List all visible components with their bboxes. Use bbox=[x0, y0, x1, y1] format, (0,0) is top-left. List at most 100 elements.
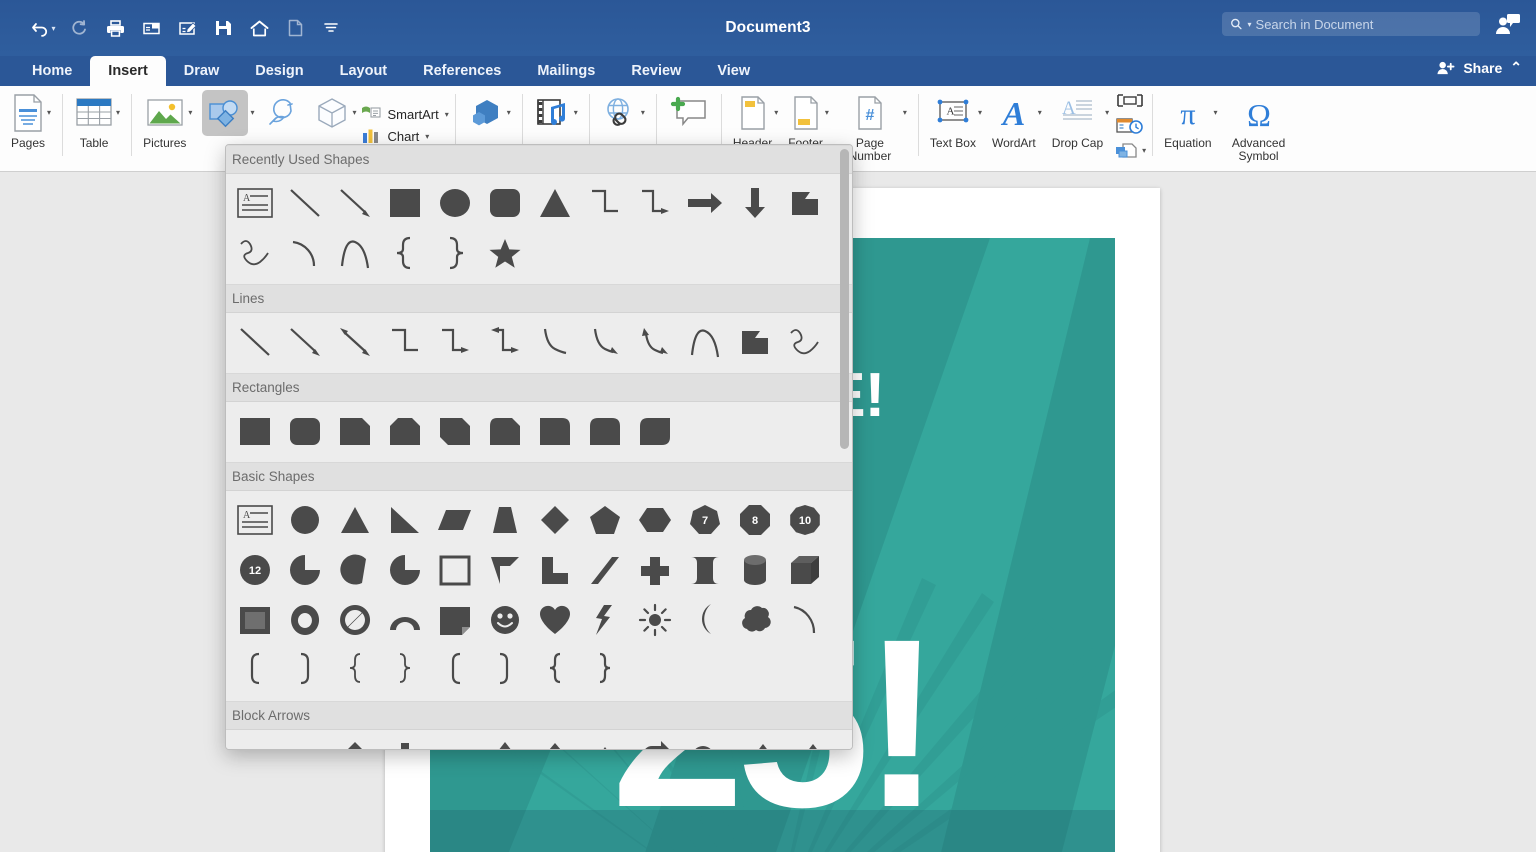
search-box[interactable]: ▾ bbox=[1222, 12, 1480, 36]
arc-shape[interactable] bbox=[280, 228, 330, 278]
left-up-arrow-shape[interactable] bbox=[730, 734, 780, 749]
down-arrow-shape[interactable] bbox=[380, 734, 430, 749]
shapes-dropdown-icon[interactable]: ▾ bbox=[250, 108, 254, 117]
shapes-dropdown-panel[interactable]: Recently Used Shapes A Lines Rectangles … bbox=[225, 144, 853, 750]
l-shape-shape[interactable] bbox=[530, 545, 580, 595]
oval-shape[interactable] bbox=[430, 178, 480, 228]
rectangle-shape[interactable] bbox=[230, 406, 280, 456]
curve-shape[interactable] bbox=[680, 317, 730, 367]
round-single-corner-rectangle-shape[interactable] bbox=[530, 406, 580, 456]
add-ins-dropdown-icon[interactable]: ▾ bbox=[507, 108, 511, 117]
chart-dropdown-icon[interactable]: ▾ bbox=[425, 132, 429, 141]
smartart-button[interactable]: SmartArt ▾ bbox=[361, 105, 449, 123]
left-bracket-shape[interactable] bbox=[230, 645, 280, 695]
half-frame-shape[interactable] bbox=[480, 545, 530, 595]
pages-dropdown-icon[interactable]: ▾ bbox=[47, 108, 51, 117]
elbow-arrow-connector-shape[interactable] bbox=[630, 178, 680, 228]
isosceles-triangle-shape[interactable] bbox=[330, 495, 380, 545]
bevel-shape[interactable] bbox=[230, 595, 280, 645]
field-frame-icon[interactable] bbox=[1115, 92, 1145, 114]
double-brace-right-shape[interactable] bbox=[580, 645, 630, 695]
table-dropdown-icon[interactable]: ▾ bbox=[116, 108, 120, 117]
search-input[interactable] bbox=[1255, 16, 1472, 32]
chevron-up-icon[interactable]: ⌃ bbox=[1510, 59, 1522, 76]
line-shape[interactable] bbox=[280, 178, 330, 228]
snip-single-corner-rectangle-shape[interactable] bbox=[330, 406, 380, 456]
round-same-side-corner-rectangle-shape[interactable] bbox=[580, 406, 630, 456]
print-icon[interactable] bbox=[98, 11, 132, 45]
3d-models-dropdown-icon[interactable]: ▾ bbox=[352, 108, 356, 117]
elbow-arrow-connector-shape[interactable] bbox=[430, 317, 480, 367]
round-diagonal-corner-rectangle-shape[interactable] bbox=[630, 406, 680, 456]
heptagon-shape[interactable]: 7 bbox=[680, 495, 730, 545]
sun-shape[interactable] bbox=[630, 595, 680, 645]
tab-mailings[interactable]: Mailings bbox=[519, 56, 613, 86]
page-number-dropdown-icon[interactable]: ▾ bbox=[903, 108, 907, 117]
redo-icon[interactable] bbox=[62, 11, 96, 45]
vertical-scrollbar[interactable] bbox=[838, 147, 850, 747]
undo-caret-icon[interactable]: ▾ bbox=[51, 24, 55, 33]
line-arrow-shape[interactable] bbox=[330, 178, 380, 228]
isosceles-triangle-shape[interactable] bbox=[530, 178, 580, 228]
tab-home[interactable]: Home bbox=[14, 56, 90, 86]
cross-shape[interactable] bbox=[630, 545, 680, 595]
elbow-double-arrow-connector-shape[interactable] bbox=[480, 317, 530, 367]
right-brace-shape[interactable] bbox=[430, 228, 480, 278]
curved-double-arrow-connector-shape[interactable] bbox=[630, 317, 680, 367]
folded-corner-shape[interactable] bbox=[430, 595, 480, 645]
right-triangle-shape[interactable] bbox=[380, 495, 430, 545]
line-shape[interactable] bbox=[230, 317, 280, 367]
snip-and-round-single-corner-rectangle-shape[interactable] bbox=[480, 406, 530, 456]
line-double-arrow-shape[interactable] bbox=[330, 317, 380, 367]
tab-design[interactable]: Design bbox=[237, 56, 321, 86]
track-changes-icon[interactable] bbox=[170, 11, 204, 45]
elbow-connector-shape[interactable] bbox=[380, 317, 430, 367]
down-arrow-shape[interactable] bbox=[730, 178, 780, 228]
up-down-arrow-shape[interactable] bbox=[480, 734, 530, 749]
snip-same-side-corner-rectangle-shape[interactable] bbox=[380, 406, 430, 456]
diagonal-stripe-shape[interactable] bbox=[580, 545, 630, 595]
object-dropdown-icon[interactable]: ▾ bbox=[1142, 146, 1146, 155]
tab-references[interactable]: References bbox=[405, 56, 519, 86]
save-icon[interactable] bbox=[206, 11, 240, 45]
right-brace-shape[interactable] bbox=[380, 645, 430, 695]
line-arrow-shape[interactable] bbox=[280, 317, 330, 367]
new-document-icon[interactable] bbox=[278, 11, 312, 45]
cube-shape[interactable] bbox=[780, 545, 830, 595]
bent-arrow-shape[interactable] bbox=[630, 734, 680, 749]
customize-toolbar-icon[interactable] bbox=[314, 11, 348, 45]
pictures-button[interactable]: Pictures ▾ bbox=[138, 86, 197, 168]
teardrop-shape[interactable] bbox=[380, 545, 430, 595]
footer-dropdown-icon[interactable]: ▾ bbox=[825, 108, 829, 117]
media-dropdown-icon[interactable]: ▾ bbox=[574, 108, 578, 117]
parallelogram-shape[interactable] bbox=[430, 495, 480, 545]
frame-shape[interactable] bbox=[430, 545, 480, 595]
home-icon[interactable] bbox=[242, 11, 276, 45]
moon-shape[interactable] bbox=[680, 595, 730, 645]
left-arrow-shape[interactable] bbox=[280, 734, 330, 749]
rounded-rectangle-shape[interactable] bbox=[480, 178, 530, 228]
curved-arrow-connector-shape[interactable] bbox=[580, 317, 630, 367]
bent-up-arrow-shape[interactable] bbox=[780, 734, 830, 749]
scribble-shape[interactable] bbox=[780, 317, 830, 367]
up-arrow-shape[interactable] bbox=[330, 734, 380, 749]
wordart-button[interactable]: A WordArt ▾ bbox=[987, 86, 1047, 168]
smiley-face-shape[interactable] bbox=[480, 595, 530, 645]
text-box-shape[interactable]: A bbox=[230, 178, 280, 228]
scrollbar-thumb[interactable] bbox=[840, 149, 849, 449]
pentagon-shape[interactable] bbox=[580, 495, 630, 545]
tab-review[interactable]: Review bbox=[613, 56, 699, 86]
account-person-icon[interactable] bbox=[1494, 12, 1524, 40]
drop-cap-dropdown-icon[interactable]: ▾ bbox=[1105, 108, 1109, 117]
freeform-shape-shape[interactable] bbox=[780, 178, 830, 228]
left-brace-shape[interactable] bbox=[330, 645, 380, 695]
equation-dropdown-icon[interactable]: ▾ bbox=[1214, 108, 1218, 117]
text-box-shape[interactable]: A bbox=[230, 495, 280, 545]
plaque-shape[interactable] bbox=[680, 545, 730, 595]
double-bracket-right-shape[interactable] bbox=[480, 645, 530, 695]
tab-view[interactable]: View bbox=[699, 56, 768, 86]
u-turn-arrow-shape[interactable] bbox=[680, 734, 730, 749]
rectangle-shape[interactable] bbox=[380, 178, 430, 228]
elbow-connector-shape[interactable] bbox=[580, 178, 630, 228]
rounded-rectangle-shape[interactable] bbox=[280, 406, 330, 456]
